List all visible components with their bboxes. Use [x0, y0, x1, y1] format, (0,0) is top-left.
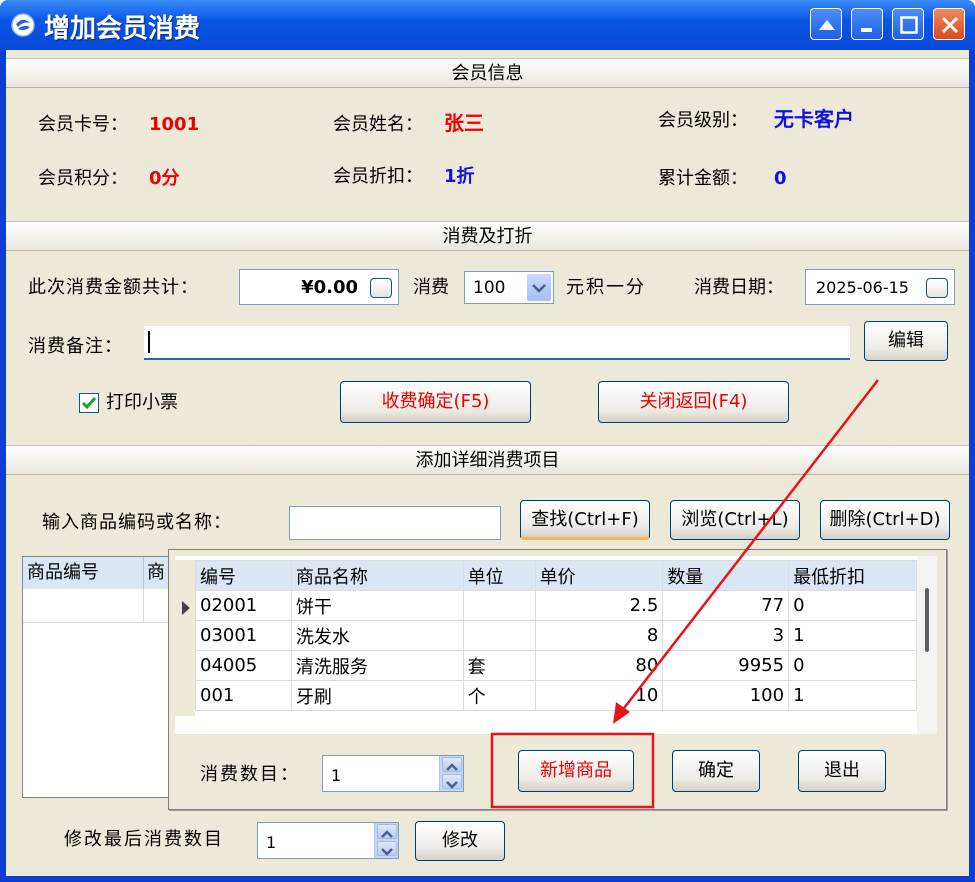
annotation-arrow-line	[620, 379, 879, 713]
annotation-overlay	[490, 379, 879, 809]
highlight-box	[490, 732, 655, 809]
